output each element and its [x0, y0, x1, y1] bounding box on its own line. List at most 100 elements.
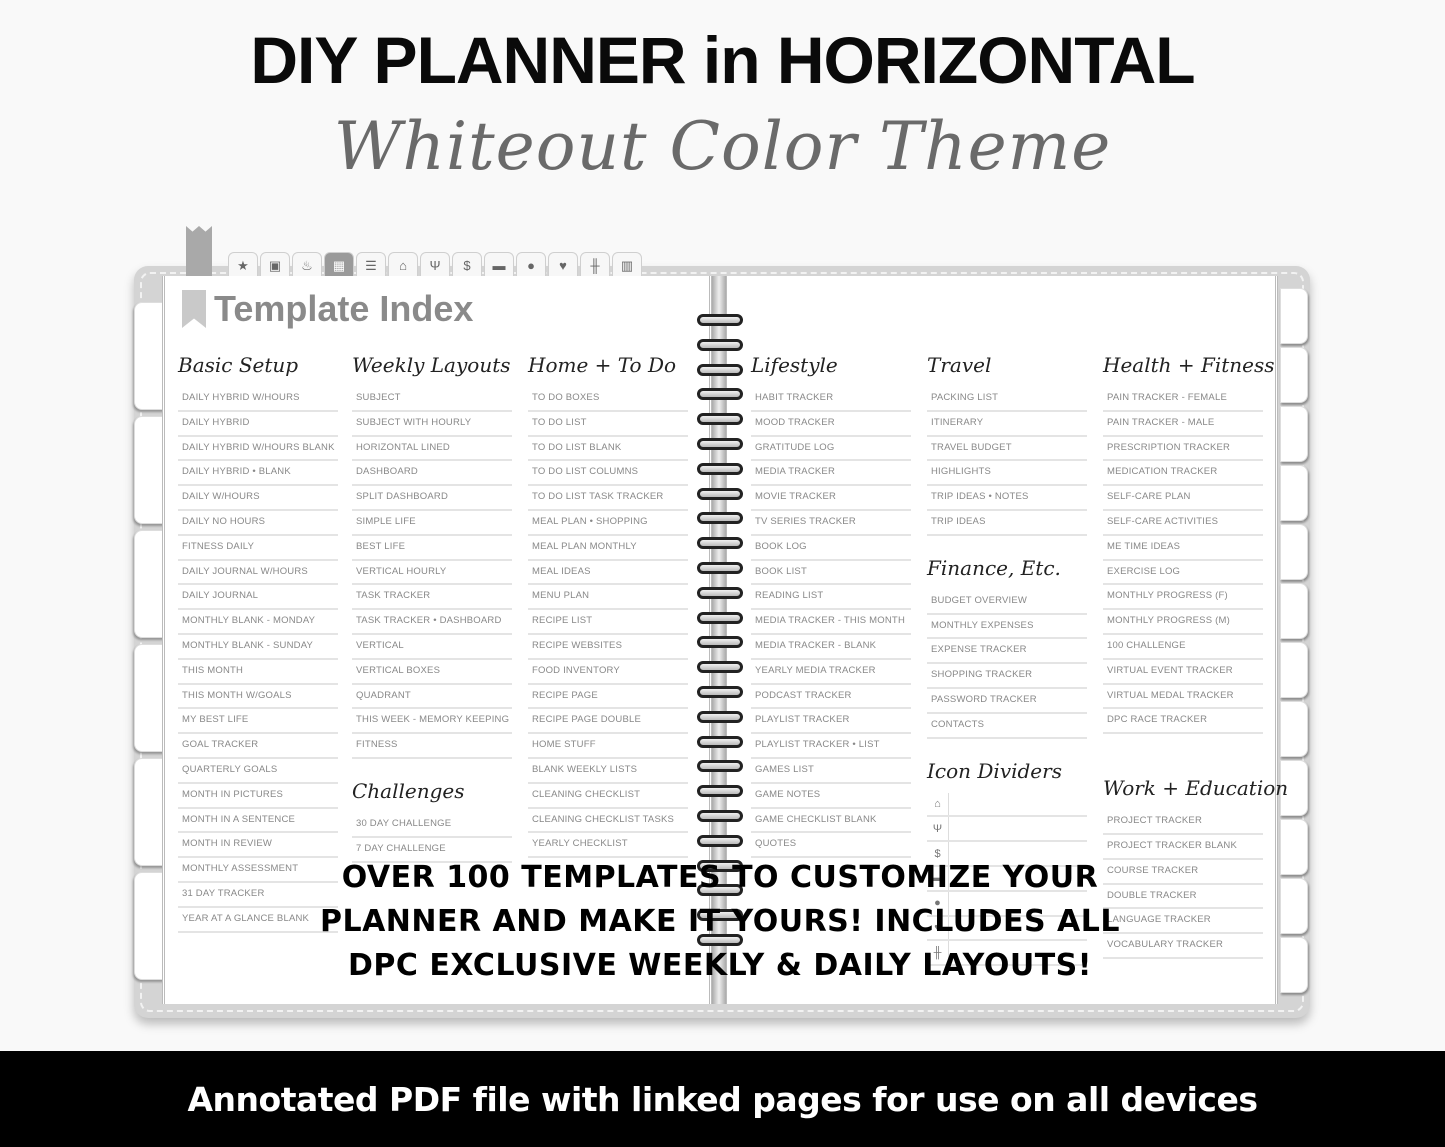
template-link[interactable]: MONTHLY BLANK - SUNDAY	[178, 635, 338, 660]
right-section-tab[interactable]	[1280, 465, 1308, 521]
template-link[interactable]: BOOK LIST	[751, 561, 911, 586]
right-section-tab[interactable]	[1280, 642, 1308, 698]
template-link[interactable]: DAILY HYBRID W/HOURS BLANK	[178, 437, 338, 462]
top-tab-dumbbell[interactable]: ╫	[580, 252, 610, 278]
template-link[interactable]: PLAYLIST TRACKER • LIST	[751, 734, 911, 759]
template-link[interactable]: TO DO BOXES	[528, 387, 688, 412]
template-link[interactable]: DAILY W/HOURS	[178, 486, 338, 511]
template-link[interactable]: FITNESS DAILY	[178, 536, 338, 561]
top-tab-map-pin[interactable]: ●	[516, 252, 546, 278]
top-tab-dollar[interactable]: $	[452, 252, 482, 278]
template-link[interactable]: PROJECT TRACKER	[1103, 810, 1263, 835]
template-link[interactable]: FITNESS	[352, 734, 512, 759]
right-section-tab[interactable]	[1280, 819, 1308, 875]
template-link[interactable]: MONTHLY BLANK - MONDAY	[178, 610, 338, 635]
template-link[interactable]: RECIPE PAGE DOUBLE	[528, 709, 688, 735]
template-link[interactable]: DAILY HYBRID W/HOURS	[178, 387, 338, 412]
template-link[interactable]: MEAL IDEAS	[528, 561, 688, 586]
template-link[interactable]: SUBJECT	[352, 387, 512, 412]
template-link[interactable]: VIRTUAL EVENT TRACKER	[1103, 660, 1263, 685]
template-link[interactable]: QUARTERLY GOALS	[178, 759, 338, 784]
template-link[interactable]: MONTHLY EXPENSES	[927, 615, 1087, 640]
template-link[interactable]: MENU PLAN	[528, 585, 688, 611]
template-link[interactable]: CONTACTS	[927, 714, 1087, 739]
top-tab-utensils[interactable]: Ψ	[420, 252, 450, 278]
template-link[interactable]: GAME NOTES	[751, 784, 911, 809]
template-link[interactable]: MONTH IN REVIEW	[178, 833, 338, 859]
right-section-tab[interactable]	[1280, 583, 1308, 639]
template-link[interactable]: RECIPE PAGE	[528, 685, 688, 710]
template-link[interactable]: GAMES LIST	[751, 759, 911, 784]
template-link[interactable]: 100 CHALLENGE	[1103, 635, 1263, 660]
right-section-tab[interactable]	[1280, 701, 1308, 757]
template-link[interactable]: PODCAST TRACKER	[751, 685, 911, 710]
template-link[interactable]: GOAL TRACKER	[178, 734, 338, 759]
template-link[interactable]: YEARLY CHECKLIST	[528, 833, 688, 859]
top-tab-cake[interactable]: ♨	[292, 252, 322, 278]
template-link[interactable]: BLANK WEEKLY LISTS	[528, 759, 688, 784]
template-link[interactable]: QUOTES	[751, 833, 911, 859]
template-link[interactable]: 30 DAY CHALLENGE	[352, 813, 512, 838]
template-link[interactable]: RECIPE WEBSITES	[528, 635, 688, 660]
template-link[interactable]: MEDIA TRACKER - BLANK	[751, 635, 911, 660]
template-link[interactable]: DAILY JOURNAL W/HOURS	[178, 561, 338, 586]
template-link[interactable]: DAILY NO HOURS	[178, 511, 338, 536]
template-link[interactable]: CLEANING CHECKLIST	[528, 784, 688, 809]
template-link[interactable]: DASHBOARD	[352, 461, 512, 487]
template-link[interactable]: DPC RACE TRACKER	[1103, 709, 1263, 735]
template-link[interactable]: TO DO LIST TASK TRACKER	[528, 486, 688, 511]
right-section-tab[interactable]	[1280, 937, 1308, 993]
template-link[interactable]: MEAL PLAN • SHOPPING	[528, 511, 688, 536]
template-link[interactable]: PACKING LIST	[927, 387, 1087, 412]
right-section-tab[interactable]	[1280, 288, 1308, 344]
top-tab-list[interactable]: ☰	[356, 252, 386, 278]
template-link[interactable]: SIMPLE LIFE	[352, 511, 512, 536]
template-link[interactable]: GAME CHECKLIST BLANK	[751, 809, 911, 834]
right-section-tab[interactable]	[1280, 524, 1308, 580]
template-link[interactable]: VIRTUAL MEDAL TRACKER	[1103, 685, 1263, 710]
template-link[interactable]: MEDICATION TRACKER	[1103, 461, 1263, 487]
template-link[interactable]: SELF-CARE ACTIVITIES	[1103, 511, 1263, 536]
template-link[interactable]: TO DO LIST BLANK	[528, 437, 688, 462]
template-link[interactable]: READING LIST	[751, 585, 911, 611]
template-link[interactable]: PAIN TRACKER - MALE	[1103, 412, 1263, 437]
template-link[interactable]: MONTH IN PICTURES	[178, 784, 338, 809]
template-link[interactable]: PASSWORD TRACKER	[927, 689, 1087, 714]
template-link[interactable]: DAILY HYBRID • BLANK	[178, 461, 338, 487]
template-link[interactable]: MONTHLY PROGRESS (M)	[1103, 610, 1263, 635]
template-link[interactable]: TRIP IDEAS • NOTES	[927, 486, 1087, 511]
template-link[interactable]: THIS MONTH	[178, 660, 338, 685]
template-link[interactable]: QUADRANT	[352, 685, 512, 710]
icon-divider-link[interactable]: ⌂	[927, 792, 1087, 818]
template-link[interactable]: MONTH IN A SENTENCE	[178, 809, 338, 834]
template-link[interactable]: GRATITUDE LOG	[751, 437, 911, 462]
top-tab-heart[interactable]: ♥	[548, 252, 578, 278]
template-link[interactable]: RECIPE LIST	[528, 610, 688, 635]
template-link[interactable]: HABIT TRACKER	[751, 387, 911, 412]
top-tab-star[interactable]: ★	[228, 252, 258, 278]
template-link[interactable]: VERTICAL	[352, 635, 512, 660]
template-link[interactable]: MEAL PLAN MONTHLY	[528, 536, 688, 561]
template-link[interactable]: SELF-CARE PLAN	[1103, 486, 1263, 511]
template-link[interactable]: VERTICAL HOURLY	[352, 561, 512, 586]
template-link[interactable]: HOME STUFF	[528, 734, 688, 759]
template-link[interactable]: TO DO LIST COLUMNS	[528, 461, 688, 487]
template-link[interactable]: THIS MONTH W/GOALS	[178, 685, 338, 710]
template-link[interactable]: SUBJECT WITH HOURLY	[352, 412, 512, 437]
template-link[interactable]: VERTICAL BOXES	[352, 660, 512, 685]
template-link[interactable]: YEARLY MEDIA TRACKER	[751, 660, 911, 685]
template-link[interactable]: DAILY JOURNAL	[178, 585, 338, 611]
template-link[interactable]: MONTHLY PROGRESS (F)	[1103, 585, 1263, 611]
template-link[interactable]: HIGHLIGHTS	[927, 461, 1087, 487]
template-link[interactable]: MY BEST LIFE	[178, 709, 338, 735]
template-link[interactable]: TRAVEL BUDGET	[927, 437, 1087, 462]
template-link[interactable]: DAILY HYBRID	[178, 412, 338, 437]
template-link[interactable]: BOOK LOG	[751, 536, 911, 561]
template-link[interactable]: MOVIE TRACKER	[751, 486, 911, 511]
template-link[interactable]: SHOPPING TRACKER	[927, 664, 1087, 689]
template-link[interactable]: BEST LIFE	[352, 536, 512, 561]
right-section-tab[interactable]	[1280, 878, 1308, 934]
right-section-tab[interactable]	[1280, 347, 1308, 403]
top-tab-folder[interactable]: ▬	[484, 252, 514, 278]
template-link[interactable]: PAIN TRACKER - FEMALE	[1103, 387, 1263, 412]
